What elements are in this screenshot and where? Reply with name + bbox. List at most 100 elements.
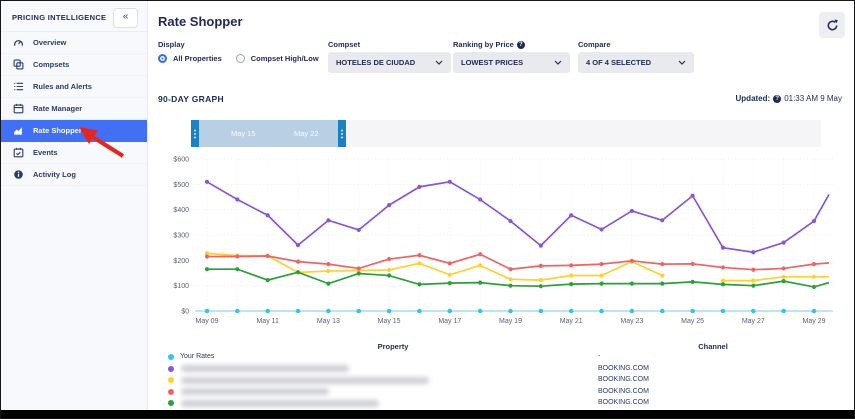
sidebar-item-overview[interactable]: Overview xyxy=(1,32,147,54)
data-point xyxy=(691,262,695,266)
sidebar-item-rate-shopper[interactable]: Rate Shopper xyxy=(1,120,147,142)
chevron-down-icon xyxy=(554,60,562,65)
data-point xyxy=(660,309,665,314)
display-label: Display xyxy=(158,40,185,49)
ranking-label-text: Ranking by Price xyxy=(453,40,514,49)
sidebar-item-label: Rate Manager xyxy=(33,104,82,113)
gauge-icon xyxy=(13,37,24,48)
data-point xyxy=(326,282,330,286)
refresh-button[interactable] xyxy=(819,12,845,38)
sidebar-item-activity-log[interactable]: Activity Log xyxy=(1,164,147,186)
data-point xyxy=(296,260,300,264)
data-point xyxy=(508,219,512,223)
series-line-2 xyxy=(205,251,829,283)
sidebar-collapse-button[interactable]: « xyxy=(113,8,138,28)
help-icon[interactable]: ? xyxy=(773,95,781,103)
series-line-1 xyxy=(205,180,829,255)
data-point xyxy=(599,309,604,314)
radio-label: All Properties xyxy=(173,54,222,63)
data-point xyxy=(417,253,421,257)
legend-row: BOOKING.COM xyxy=(148,387,854,399)
sidebar: PRICING INTELLIGENCE « OverviewCompsetsR… xyxy=(1,1,148,412)
radio-button[interactable] xyxy=(158,54,167,63)
ranking-value: LOWEST PRICES xyxy=(461,58,523,67)
ranking-dropdown[interactable]: LOWEST PRICES xyxy=(453,52,570,73)
data-point xyxy=(539,309,544,314)
data-point xyxy=(630,282,634,286)
data-point xyxy=(660,262,664,266)
data-point xyxy=(751,268,755,272)
data-point xyxy=(235,254,239,258)
data-point xyxy=(569,282,573,286)
data-point xyxy=(812,309,817,314)
sidebar-item-label: Compsets xyxy=(33,60,69,69)
date-range-slider[interactable]: May 15 May 22 xyxy=(191,120,821,147)
help-icon[interactable]: ? xyxy=(517,41,525,49)
data-point xyxy=(357,228,361,232)
data-point xyxy=(569,213,573,217)
radio-option-compset-high-low[interactable]: Compset High/Low xyxy=(236,54,319,63)
data-point xyxy=(751,284,755,288)
data-point xyxy=(417,261,421,265)
y-axis-tick: $500 xyxy=(173,182,189,189)
x-axis-tick: May 27 xyxy=(742,318,765,325)
data-point xyxy=(539,278,543,282)
data-point xyxy=(235,267,239,271)
data-point xyxy=(630,309,635,314)
radio-option-all-properties[interactable]: All Properties xyxy=(158,54,222,63)
page-title: Rate Shopper xyxy=(158,14,243,29)
brush-start-label: May 15 xyxy=(231,129,256,138)
chevron-down-icon xyxy=(678,60,686,65)
legend-property-header: Property xyxy=(308,342,478,351)
x-axis-tick: May 11 xyxy=(256,318,279,325)
sidebar-item-rules-and-alerts[interactable]: Rules and Alerts xyxy=(1,76,147,98)
data-point xyxy=(782,279,786,283)
grip-dots-icon xyxy=(194,133,196,135)
compset-dropdown[interactable]: HOTELES DE CIUDAD xyxy=(328,52,451,73)
data-point xyxy=(387,309,392,314)
compare-dropdown[interactable]: 4 OF 4 SELECTED xyxy=(578,52,694,73)
data-point xyxy=(357,271,361,275)
data-point xyxy=(812,275,816,279)
date-range-selection[interactable]: May 15 May 22 xyxy=(191,120,346,147)
data-point xyxy=(751,309,756,314)
series-color-dot xyxy=(168,389,174,395)
updated-value: 01:33 AM 9 May xyxy=(784,94,842,103)
sidebar-item-compsets[interactable]: Compsets xyxy=(1,54,147,76)
legend: Your Rates-BOOKING.COMBOOKING.COMBOOKING… xyxy=(148,352,854,410)
sidebar-item-label: Rate Shopper xyxy=(33,126,82,135)
data-point xyxy=(265,309,270,314)
brush-right-handle[interactable] xyxy=(338,120,346,147)
data-point xyxy=(448,180,452,184)
data-point xyxy=(721,265,725,269)
data-point xyxy=(599,273,603,277)
data-point xyxy=(539,264,543,268)
data-point xyxy=(387,273,391,277)
data-point xyxy=(266,278,270,282)
chart-icon xyxy=(13,125,24,136)
channel-value: BOOKING.COM xyxy=(598,365,649,372)
data-point xyxy=(660,218,664,222)
data-point xyxy=(448,261,452,265)
data-point xyxy=(751,279,755,283)
sidebar-item-rate-manager[interactable]: Rate Manager xyxy=(1,98,147,120)
main-content: Rate Shopper Display All Properties Comps… xyxy=(148,1,854,418)
y-axis-tick: $200 xyxy=(173,258,189,265)
x-axis-tick: May 25 xyxy=(681,318,704,325)
calendar-icon xyxy=(13,103,24,114)
data-point xyxy=(296,243,300,247)
brush-left-handle[interactable] xyxy=(191,120,199,147)
data-point xyxy=(782,241,786,245)
x-axis-tick: May 09 xyxy=(196,318,219,325)
data-point xyxy=(478,252,482,256)
data-point xyxy=(569,309,574,314)
data-point xyxy=(599,262,603,266)
data-point xyxy=(205,254,209,258)
radio-button[interactable] xyxy=(236,54,245,63)
data-point xyxy=(569,263,573,267)
info-icon xyxy=(13,169,24,180)
sidebar-item-label: Activity Log xyxy=(33,170,76,179)
series-your-rates xyxy=(195,309,833,314)
sidebar-item-events[interactable]: Events xyxy=(1,142,147,164)
data-point xyxy=(478,281,482,285)
